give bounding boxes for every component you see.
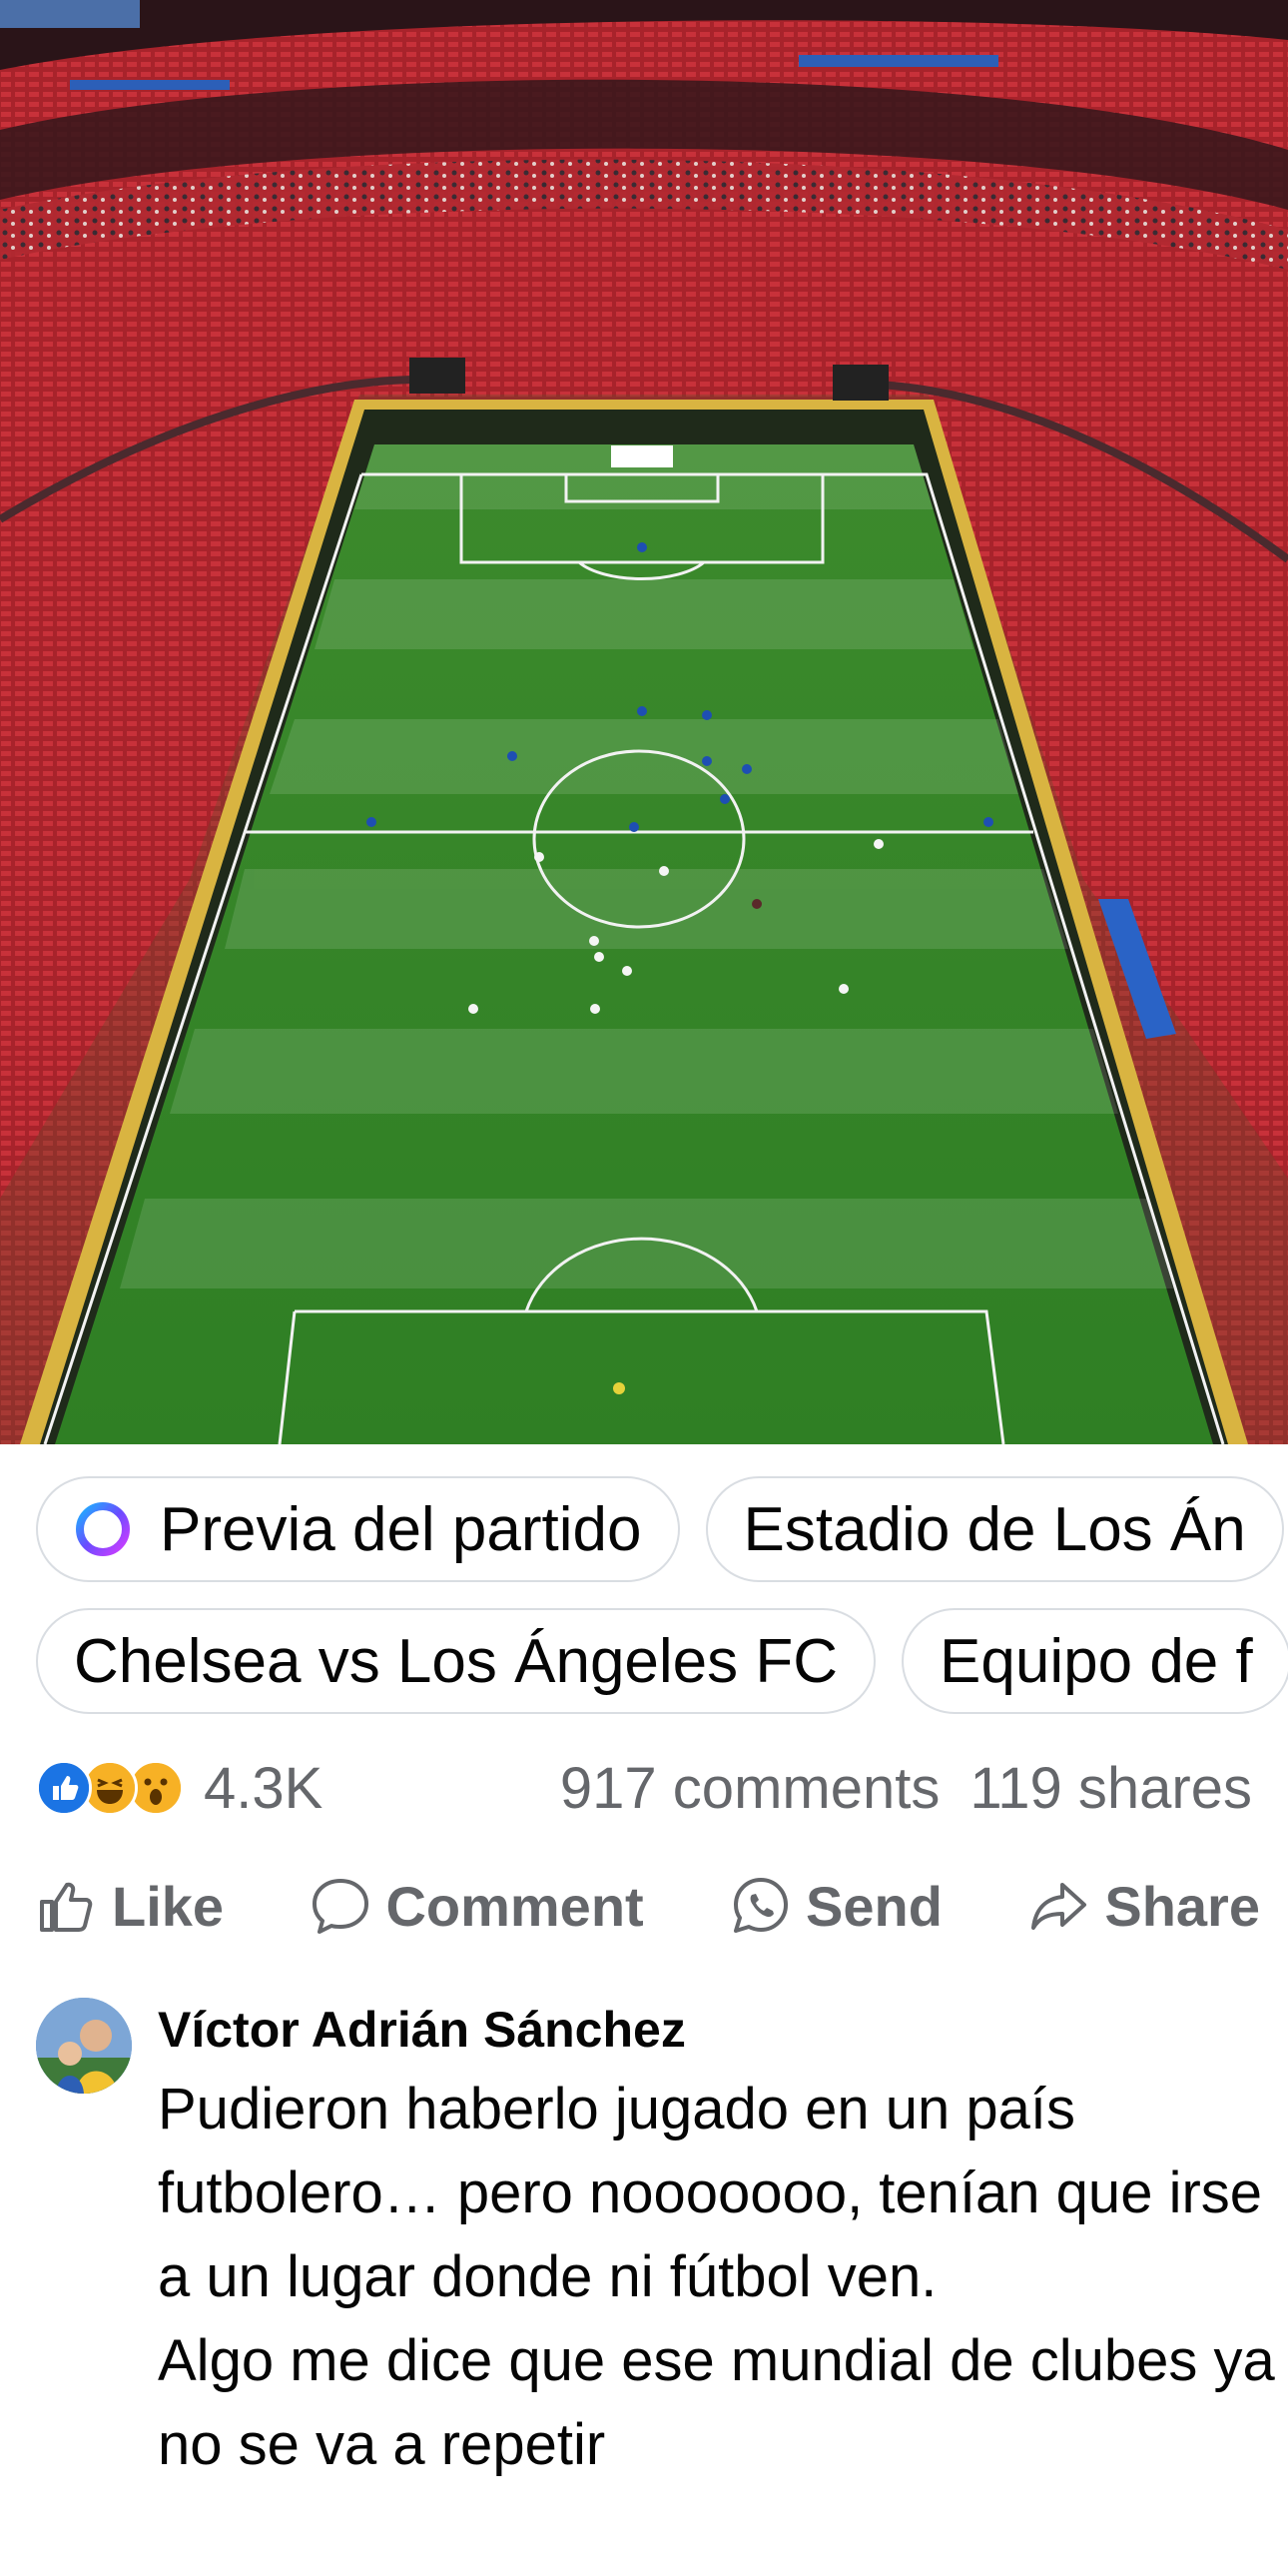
- chip-equipo[interactable]: Equipo de f: [902, 1608, 1288, 1714]
- meta-ai-icon: [74, 1500, 132, 1558]
- comment-bubble-icon: [313, 1879, 369, 1934]
- send-label: Send: [806, 1874, 943, 1938]
- comment-author[interactable]: Víctor Adrián Sánchez: [158, 1998, 1276, 2062]
- chip-chelsea-vs-lafc[interactable]: Chelsea vs Los Ángeles FC: [36, 1608, 877, 1714]
- comment-label: Comment: [385, 1874, 644, 1938]
- comment-button[interactable]: Comment: [310, 1874, 644, 1939]
- post-actions: Like Comment Send Share: [36, 1860, 1260, 1952]
- like-button[interactable]: Like: [36, 1874, 224, 1939]
- stadium-image: [0, 0, 1288, 1444]
- comment-item: Víctor Adrián Sánchez Pudieron haberlo j…: [36, 1998, 1275, 2487]
- share-button[interactable]: Share: [1028, 1874, 1260, 1939]
- comments-count[interactable]: 917 comments: [560, 1755, 940, 1822]
- share-arrow-icon: [1031, 1883, 1087, 1930]
- post-stats: 4.3K 917 comments 119 shares: [36, 1748, 1252, 1828]
- chip-label: Estadio de Los Án: [743, 1494, 1246, 1564]
- topic-chips-row-1: Previa del partido Estadio de Los Án: [36, 1476, 1284, 1582]
- send-button[interactable]: Send: [730, 1874, 943, 1939]
- post-photo[interactable]: [0, 0, 1288, 1444]
- shares-count[interactable]: 119 shares: [969, 1755, 1252, 1822]
- like-reaction-icon: [36, 1760, 92, 1816]
- share-label: Share: [1104, 1874, 1260, 1938]
- chip-label: Previa del partido: [160, 1494, 642, 1564]
- whatsapp-icon: [734, 1878, 789, 1933]
- chip-previa-del-partido[interactable]: Previa del partido: [36, 1476, 680, 1582]
- topic-chips-row-2: Chelsea vs Los Ángeles FC Equipo de f: [36, 1608, 1288, 1714]
- chip-label: Equipo de f: [940, 1626, 1253, 1696]
- chip-label: Chelsea vs Los Ángeles FC: [74, 1626, 839, 1696]
- chip-estadio[interactable]: Estadio de Los Án: [705, 1476, 1284, 1582]
- comment-text-line: Pudieron haberlo jugado en un país futbo…: [158, 2077, 1263, 2309]
- like-label: Like: [112, 1874, 225, 1938]
- comment-text-line: Algo me dice que ese mundial de clubes y…: [158, 2328, 1275, 2477]
- comment-text: Pudieron haberlo jugado en un país futbo…: [158, 2068, 1276, 2487]
- thumbs-up-icon: [40, 1882, 93, 1932]
- avatar[interactable]: [36, 1998, 132, 2094]
- reactions-summary[interactable]: 4.3K: [36, 1755, 322, 1822]
- reaction-count: 4.3K: [204, 1755, 323, 1821]
